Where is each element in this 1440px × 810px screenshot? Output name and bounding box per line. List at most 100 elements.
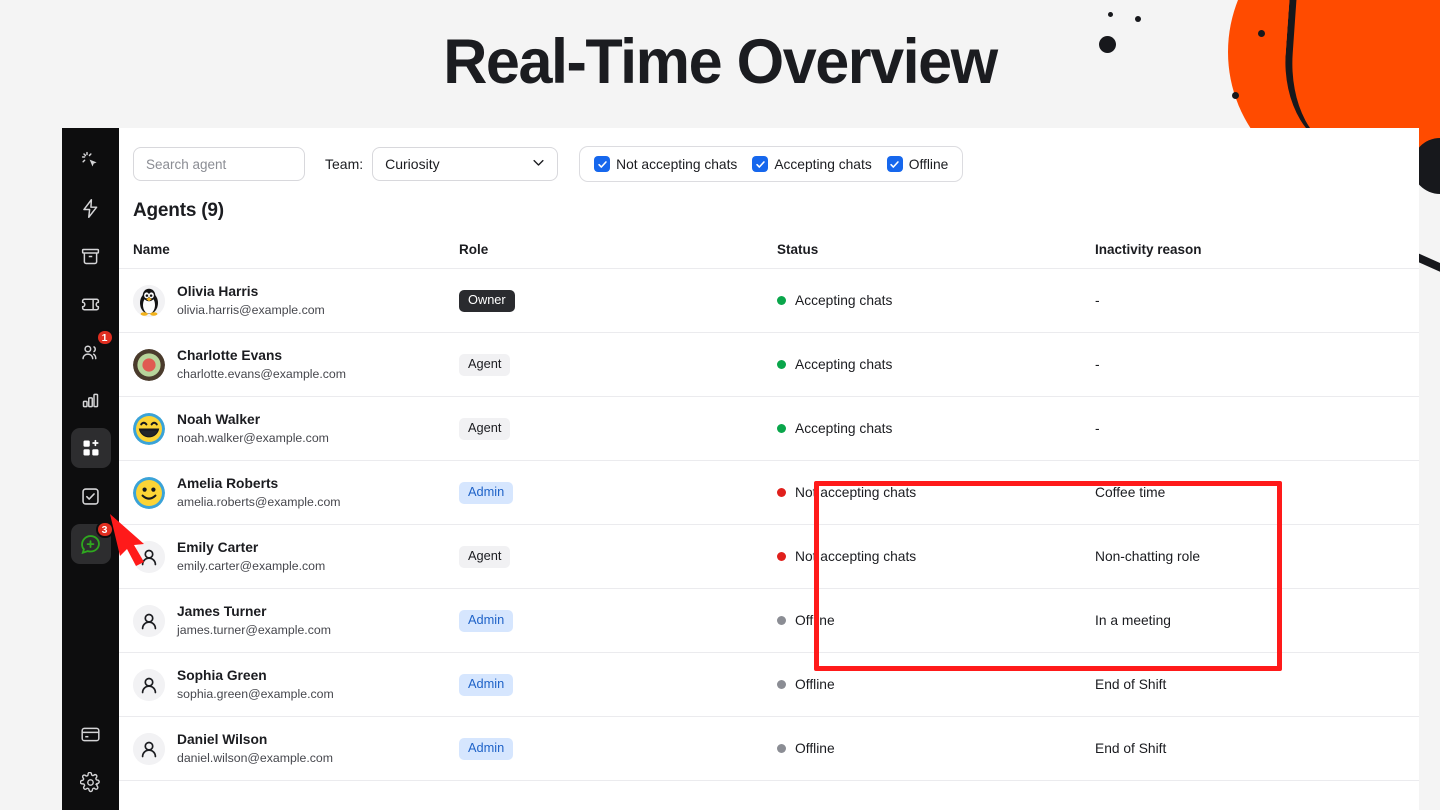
agent-email: amelia.roberts@example.com [177, 494, 341, 509]
avatar-person-icon [133, 604, 165, 637]
table-row[interactable]: Olivia Harris olivia.harris@example.com Ow… [119, 269, 1419, 333]
inactivity-reason: Non-chatting role [1095, 548, 1201, 564]
agent-name: Emily Carter [177, 539, 259, 555]
checkbox-checked-icon[interactable] [752, 156, 769, 172]
status-text: Offline [795, 613, 835, 628]
column-header-inactivity-reason: Inactivity reason [1095, 242, 1202, 257]
status-text: Offline [795, 677, 835, 692]
team-select[interactable]: Curiosity [372, 147, 559, 181]
agent-name: Olivia Harris [177, 283, 259, 299]
role-badge: Agent [459, 353, 511, 376]
status-cell: Offline [777, 613, 1095, 628]
table-row[interactable]: Emily Carter emily.carter@example.com Agen… [119, 525, 1419, 589]
team-label: Team: [325, 156, 364, 172]
status-cell: Not accepting chats [777, 485, 1095, 500]
table-row[interactable]: Daniel Wilson daniel.wilson@example.com Ad… [119, 717, 1419, 781]
agent-cell: Emily Carter emily.carter@example.com [133, 539, 459, 574]
role-badge: Agent [459, 417, 511, 440]
archives-icon[interactable] [71, 236, 111, 276]
filter-label: Accepting chats [774, 156, 872, 172]
sidebar-bottom-group [71, 710, 111, 810]
inactivity-reason: In a meeting [1095, 612, 1171, 628]
decorative-dot [1135, 16, 1141, 22]
checkbox-checked-icon[interactable] [886, 156, 903, 172]
role-badge: Admin [459, 609, 514, 632]
status-dot-icon [777, 488, 786, 497]
role-badge: Admin [459, 673, 514, 696]
avatar-penguin-icon [133, 284, 165, 317]
reports-icon[interactable] [71, 380, 111, 420]
agent-cell: Sophia Green sophia.green@example.com [133, 667, 459, 702]
automation-cursor-icon[interactable] [71, 140, 111, 180]
status-text: Accepting chats [795, 293, 893, 308]
team-select-value: Curiosity [385, 156, 440, 172]
decorative-dot [1108, 12, 1113, 17]
status-dot-icon [777, 616, 786, 625]
status-text: Not accepting chats [795, 549, 917, 564]
filter-label: Offline [908, 156, 949, 172]
agent-email: james.turner@example.com [177, 622, 331, 637]
inactivity-reason: End of Shift [1095, 740, 1167, 756]
inactivity-reason: - [1095, 420, 1100, 436]
avatar-grin-face-icon [133, 412, 165, 445]
table-row[interactable]: Sophia Green sophia.green@example.com Admi… [119, 653, 1419, 717]
agent-name: Daniel Wilson [177, 731, 268, 747]
status-cell: Not accepting chats [777, 549, 1095, 564]
main-panel: Team: Curiosity Not accepting chats [119, 128, 1419, 810]
chats-badge: 3 [95, 521, 114, 538]
toolbar: Team: Curiosity Not accepting chats [119, 128, 1419, 186]
status-cell: Accepting chats [777, 357, 1095, 372]
avatar-person-icon [133, 540, 165, 573]
column-header-name: Name [133, 242, 170, 257]
tasks-icon[interactable] [71, 476, 111, 516]
status-dot-icon [777, 744, 786, 753]
inactivity-reason: - [1095, 356, 1100, 372]
agent-cell: Charlotte Evans charlotte.evans@example.c… [133, 347, 459, 382]
status-dot-icon [777, 680, 786, 689]
filter-label: Not accepting chats [616, 156, 738, 172]
avatar-bullseye-icon [133, 348, 165, 381]
chevron-down-icon [531, 155, 546, 173]
team-icon[interactable]: 1 [71, 329, 114, 372]
search-input[interactable] [133, 147, 305, 181]
inactivity-reason: Coffee time [1095, 484, 1166, 500]
status-dot-icon [777, 552, 786, 561]
table-header: Name Role Status Inactivity reason [119, 242, 1419, 269]
agent-cell: James Turner james.turner@example.com [133, 603, 459, 638]
status-cell: Offline [777, 741, 1095, 756]
agent-cell: Noah Walker noah.walker@example.com [133, 411, 459, 446]
table-row[interactable]: Noah Walker noah.walker@example.com Agent A… [119, 397, 1419, 461]
filter-offline[interactable]: Offline [886, 156, 949, 172]
filter-not-accepting-chats[interactable]: Not accepting chats [594, 156, 737, 172]
quick-actions-icon[interactable] [71, 188, 111, 228]
column-header-role: Role [459, 242, 489, 257]
status-text: Accepting chats [795, 357, 893, 372]
table-row[interactable]: James Turner james.turner@example.com Admi… [119, 589, 1419, 653]
inactivity-reason: - [1095, 292, 1100, 308]
team-badge: 1 [95, 329, 114, 346]
app-window: 1 3 Search agent Team: Curiosity Not acc… [62, 128, 1419, 810]
status-dot-icon [777, 360, 786, 369]
checkbox-checked-icon[interactable] [594, 156, 611, 172]
agent-name: Charlotte Evans [177, 347, 283, 363]
status-text: Not accepting chats [795, 485, 917, 500]
role-badge: Agent [459, 545, 511, 568]
avatar-person-icon [133, 668, 165, 701]
status-text: Offline [795, 741, 835, 756]
chats-icon[interactable]: 3 [70, 521, 114, 564]
status-cell: Accepting chats [777, 421, 1095, 436]
filter-accepting-chats[interactable]: Accepting chats [752, 156, 872, 172]
billing-icon[interactable] [71, 714, 111, 754]
table-row[interactable]: Amelia Roberts amelia.roberts@example.com… [119, 461, 1419, 525]
agent-cell: Amelia Roberts amelia.roberts@example.com [133, 475, 459, 510]
role-badge: Owner [459, 289, 515, 312]
agent-email: noah.walker@example.com [177, 430, 329, 445]
table-row[interactable]: Charlotte Evans charlotte.evans@example.c… [119, 333, 1419, 397]
table-body: Olivia Harris olivia.harris@example.com Ow… [119, 269, 1419, 781]
status-cell: Accepting chats [777, 293, 1095, 308]
apps-icon[interactable] [70, 428, 111, 468]
status-text: Accepting chats [795, 421, 893, 436]
tickets-icon[interactable] [71, 284, 111, 324]
role-badge: Admin [459, 737, 514, 760]
settings-icon[interactable] [71, 762, 111, 802]
